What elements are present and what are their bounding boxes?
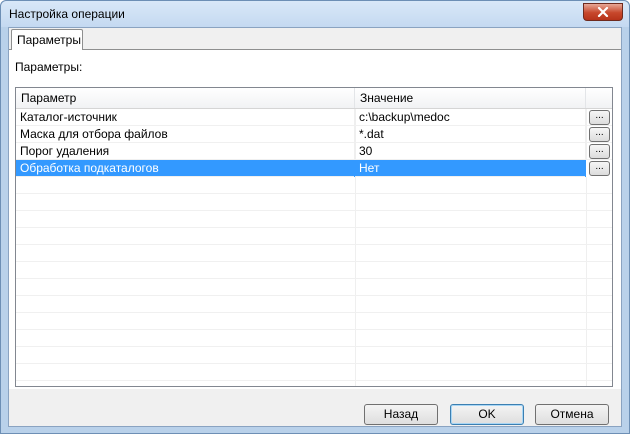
empty-row [16, 262, 612, 279]
empty-row [16, 211, 612, 228]
ellipsis-button[interactable]: ... [589, 144, 610, 159]
browse-cell: ... [586, 126, 612, 143]
close-button[interactable] [583, 3, 623, 21]
parameters-grid[interactable]: Параметр Значение Каталог-источник c:\ba… [15, 87, 613, 387]
window-title: Настройка операции [9, 7, 125, 21]
empty-row [16, 330, 612, 347]
ellipsis-button[interactable]: ... [589, 127, 610, 142]
ellipsis-button[interactable]: ... [589, 161, 610, 176]
empty-row [16, 313, 612, 330]
cancel-button[interactable]: Отмена [535, 404, 609, 425]
param-value-cell[interactable]: *.dat [355, 126, 586, 143]
close-icon [597, 7, 609, 17]
table-row[interactable]: Маска для отбора файлов *.dat ... [16, 126, 612, 143]
empty-row [16, 279, 612, 296]
param-name-cell[interactable]: Каталог-источник [16, 109, 355, 126]
table-row[interactable]: Порог удаления 30 ... [16, 143, 612, 160]
empty-row [16, 347, 612, 364]
table-row-selected[interactable]: Обработка подкаталогов Нет ... [16, 160, 612, 177]
tab-panel-parameters: Параметры: Параметр Значение Каталог-ист… [9, 49, 621, 389]
column-header-button [586, 88, 612, 108]
browse-cell: ... [586, 143, 612, 160]
ok-button[interactable]: OK [450, 404, 524, 425]
ellipsis-button[interactable]: ... [589, 110, 610, 125]
grid-header: Параметр Значение [16, 88, 612, 109]
param-value-cell[interactable]: 30 [355, 143, 586, 160]
empty-row [16, 296, 612, 313]
empty-row [16, 364, 612, 381]
title-bar[interactable]: Настройка операции [1, 1, 629, 27]
column-header-value[interactable]: Значение [355, 88, 586, 108]
empty-row [16, 177, 612, 194]
param-value-cell[interactable]: Нет [355, 160, 586, 177]
browse-cell: ... [586, 109, 612, 126]
dialog-client-area: Параметры: Параметр Значение Каталог-ист… [8, 27, 622, 427]
column-header-param[interactable]: Параметр [16, 88, 355, 108]
table-row[interactable]: Каталог-источник c:\backup\medoc ... [16, 109, 612, 126]
tab-parameters[interactable]: Параметры [11, 29, 83, 50]
empty-row [16, 194, 612, 211]
back-button[interactable]: Назад [364, 404, 438, 425]
param-name-cell[interactable]: Маска для отбора файлов [16, 126, 355, 143]
empty-row [16, 228, 612, 245]
browse-cell: ... [586, 160, 612, 177]
param-name-cell[interactable]: Порог удаления [16, 143, 355, 160]
param-name-cell[interactable]: Обработка подкаталогов [16, 160, 355, 177]
section-label: Параметры: [15, 60, 83, 74]
param-value-cell[interactable]: c:\backup\medoc [355, 109, 586, 126]
empty-row [16, 245, 612, 262]
dialog-window: Настройка операции Параметры: Параметр З… [0, 0, 630, 434]
